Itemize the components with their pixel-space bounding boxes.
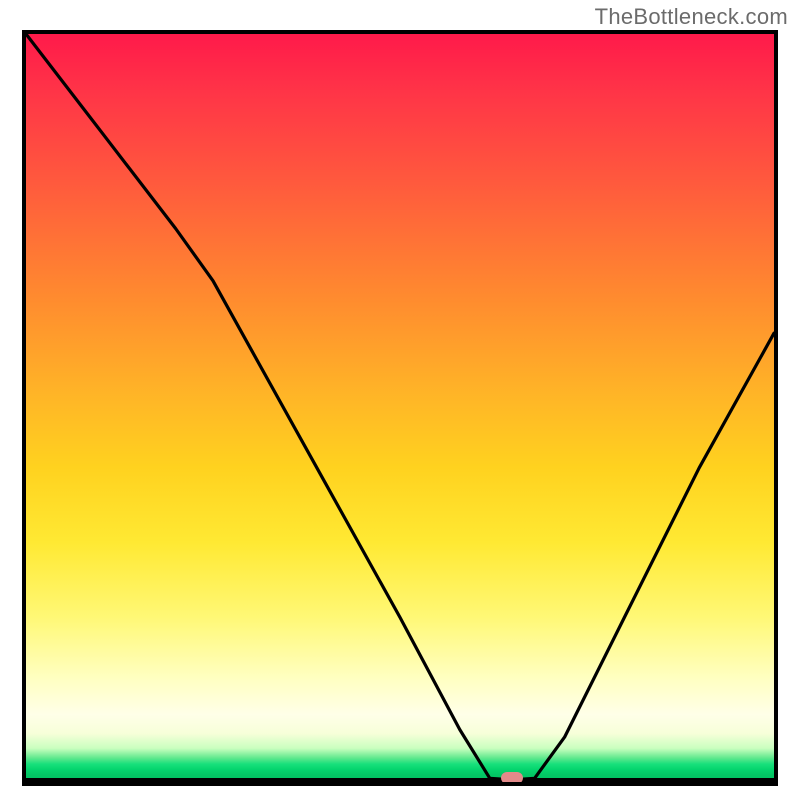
minimum-marker	[501, 772, 523, 784]
minimum-marker-pill	[501, 772, 523, 784]
plot-area	[22, 30, 778, 786]
watermark-text: TheBottleneck.com	[595, 4, 788, 30]
curve-svg	[26, 34, 774, 782]
bottleneck-curve	[26, 34, 774, 780]
frame: TheBottleneck.com	[0, 0, 800, 800]
